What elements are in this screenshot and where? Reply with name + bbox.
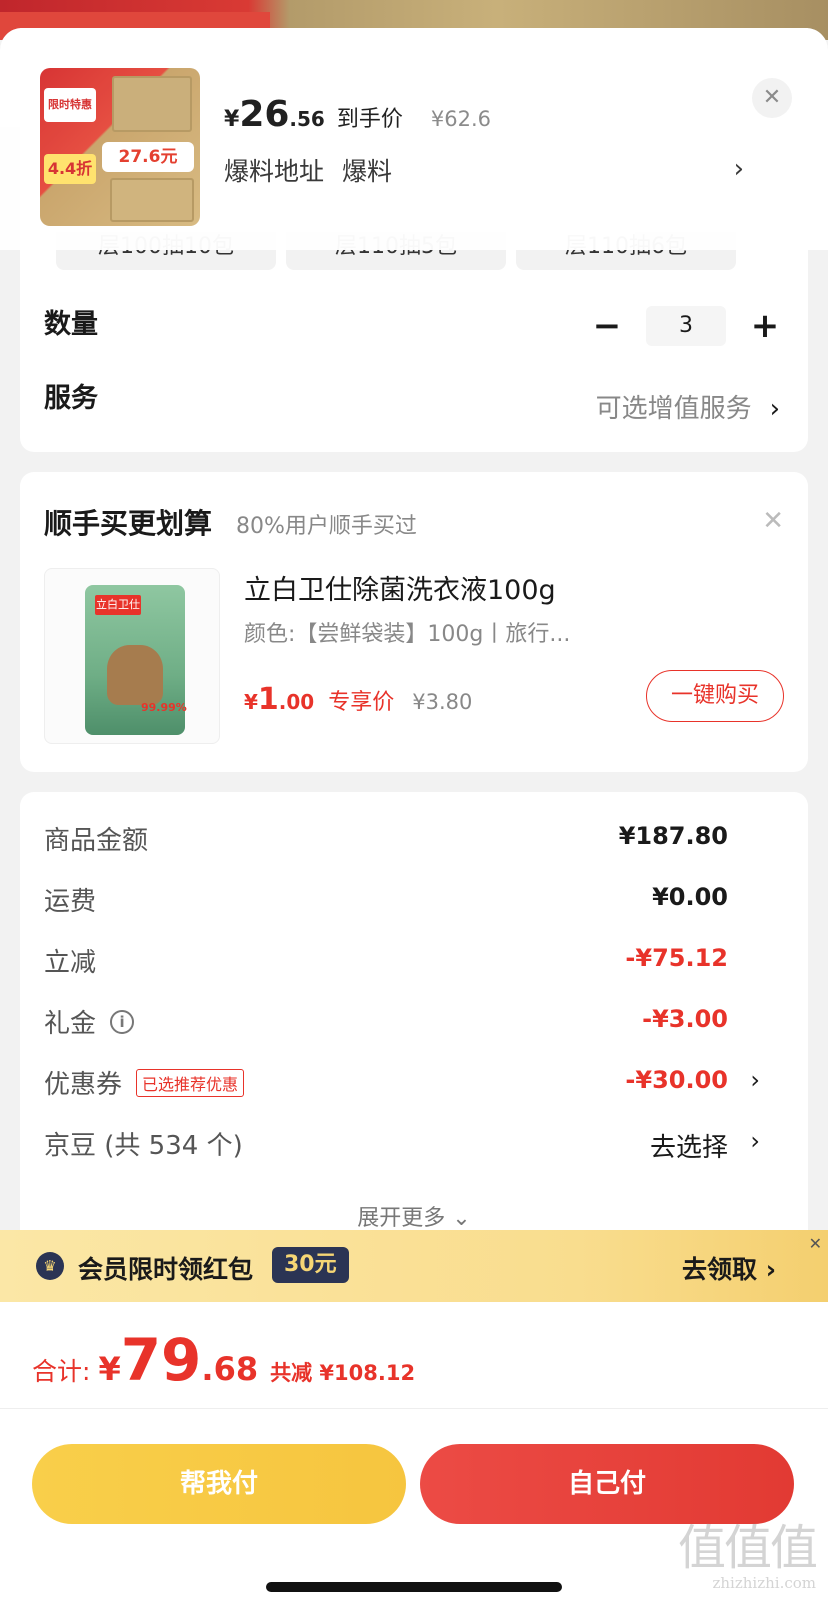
total-amount: 合计: ¥ 79 .68 共减 ¥108.12: [32, 1326, 415, 1394]
quantity-stepper: − 3 +: [592, 306, 780, 346]
close-icon[interactable]: ✕: [809, 1234, 822, 1253]
summary-value: -¥3.00: [642, 1005, 728, 1033]
thumbnail-flag: 27.6元: [102, 142, 194, 172]
order-summary-card: 商品金额 ¥187.80 运费 ¥0.00 立减 -¥75.12 礼金 i -¥…: [20, 792, 808, 1252]
deal-link[interactable]: 爆料地址 爆料: [224, 152, 410, 188]
home-indicator[interactable]: [266, 1582, 562, 1592]
price-decimal: .00: [278, 690, 315, 714]
summary-value: ¥0.00: [652, 883, 728, 911]
quantity-plus-button[interactable]: +: [750, 306, 780, 346]
summary-value[interactable]: 去选择: [650, 1127, 728, 1164]
quantity-label: 数量: [44, 309, 98, 340]
chevron-right-icon: ›: [769, 394, 780, 424]
service-selector[interactable]: 可选增值服务 ›: [596, 388, 780, 425]
summary-row-coupon[interactable]: 优惠券 已选推荐优惠 -¥30.00 ›: [44, 1064, 784, 1104]
watermark-logo: 值值值 zhizhizhi.com: [666, 1520, 818, 1600]
summary-label: 立减: [44, 948, 97, 978]
product-thumbnail: 限时特惠 27.6元 4.4折: [40, 68, 200, 226]
header-price: ¥ 26 .56 到手价 ¥62.6: [224, 94, 491, 138]
thumbnail-badge: 限时特惠: [44, 88, 96, 122]
quantity-input[interactable]: 3: [646, 306, 726, 346]
pack-brand: 立白卫仕: [95, 595, 141, 615]
summary-value: ¥187.80: [618, 822, 728, 850]
price-tag: 到手价: [336, 107, 403, 132]
coupon-label: 优惠券: [44, 1070, 123, 1100]
service-label: 服务: [44, 383, 98, 414]
price-integer: 26: [239, 94, 290, 135]
deer-illustration: [107, 645, 163, 705]
summary-row-gift-money: 礼金 i -¥3.00: [44, 1003, 784, 1043]
member-amount-badge: 30元: [272, 1247, 349, 1283]
watermark-logo-text: 值值值: [677, 1520, 818, 1576]
summary-label: 优惠券 已选推荐优惠: [44, 1064, 245, 1101]
pack-percent: 99.99%: [141, 701, 187, 714]
help-pay-button[interactable]: 帮我付: [32, 1444, 406, 1524]
summary-label: 商品金额: [44, 826, 149, 856]
gift-money-label: 礼金: [44, 1009, 97, 1039]
divider: [0, 1408, 828, 1409]
chevron-right-icon[interactable]: ›: [734, 154, 744, 184]
close-button[interactable]: ✕: [752, 78, 792, 118]
summary-row-jingdou[interactable]: 京豆 (共 534 个) 去选择 ›: [44, 1125, 784, 1165]
total-integer: 79: [120, 1326, 202, 1394]
price-tag: 专享价: [328, 690, 395, 715]
deal-label: 爆料: [342, 157, 393, 186]
summary-row-goods-amount: 商品金额 ¥187.80: [44, 820, 784, 860]
summary-value: -¥30.00: [625, 1066, 728, 1094]
bundle-product-name[interactable]: 立白卫仕除菌洗衣液100g: [244, 568, 556, 607]
product-header: 限时特惠 27.6元 4.4折 ¥ 26 .56 到手价 ¥62.6 爆料地址爆…: [0, 28, 828, 250]
close-icon[interactable]: ✕: [762, 506, 784, 536]
self-pay-button[interactable]: 自己付: [420, 1444, 794, 1524]
summary-label: 礼金 i: [44, 1003, 135, 1040]
bundle-title: 顺手买更划算: [44, 507, 213, 540]
thumbnail-tissue-box: [112, 76, 192, 132]
summary-label: 京豆 (共 534 个): [44, 1131, 243, 1161]
detergent-pack: 立白卫仕 99.99%: [85, 585, 187, 735]
member-text: 会员限时领红包: [78, 1255, 254, 1284]
payment-bar: 合计: ¥ 79 .68 共减 ¥108.12 帮我付 自己付 值值值 zhiz…: [0, 1302, 828, 1605]
summary-label: 运费: [44, 887, 97, 917]
claim-button[interactable]: 去领取 ›: [682, 1250, 776, 1286]
summary-row-instant-discount: 立减 -¥75.12: [44, 942, 784, 982]
info-icon[interactable]: i: [110, 1009, 135, 1034]
thumbnail-tissue-box: [110, 178, 194, 222]
chevron-right-icon[interactable]: ›: [750, 1066, 760, 1094]
total-currency: ¥: [98, 1350, 121, 1388]
summary-value: -¥75.12: [625, 944, 728, 972]
member-red-packet-banner[interactable]: ♛ 会员限时领红包 30元 去领取 › ✕: [0, 1230, 828, 1302]
bundle-product-image[interactable]: 立白卫仕 99.99%: [44, 568, 220, 744]
bundle-product-spec[interactable]: 颜色:【尝鲜袋装】100g丨旅行...: [244, 616, 604, 648]
chevron-right-icon[interactable]: ›: [750, 1127, 760, 1155]
crown-icon: ♛: [36, 1252, 64, 1280]
price-decimal: .56: [289, 107, 325, 131]
watermark-url: zhizhizhi.com: [712, 1574, 816, 1592]
original-price: ¥3.80: [412, 690, 473, 714]
expand-more-button[interactable]: 展开更多 ⌄: [20, 1200, 808, 1232]
price-currency: ¥: [244, 690, 258, 714]
summary-row-shipping: 运费 ¥0.00: [44, 881, 784, 921]
price-integer: 1: [257, 682, 279, 717]
service-value: 可选增值服务: [595, 394, 752, 424]
total-decimal: .68: [201, 1350, 259, 1388]
thumbnail-discount: 4.4折: [44, 154, 96, 184]
price-currency: ¥: [224, 107, 240, 132]
total-savings: 共减 ¥108.12: [270, 1361, 416, 1385]
original-price: ¥62.6: [430, 107, 491, 131]
bundle-card: 顺手买更划算 80%用户顺手买过 ✕ 立白卫仕 99.99% 立白卫仕除菌洗衣液…: [20, 472, 808, 772]
deal-address: 爆料地址: [224, 157, 325, 186]
one-click-buy-button[interactable]: 一键购买: [646, 670, 784, 722]
total-label: 合计:: [32, 1357, 91, 1386]
coupon-badge: 已选推荐优惠: [136, 1068, 245, 1097]
bundle-price: ¥ 1 .00 专享价 ¥3.80: [244, 682, 472, 717]
quantity-minus-button[interactable]: −: [592, 306, 622, 346]
bundle-subtitle: 80%用户顺手买过: [236, 514, 417, 539]
